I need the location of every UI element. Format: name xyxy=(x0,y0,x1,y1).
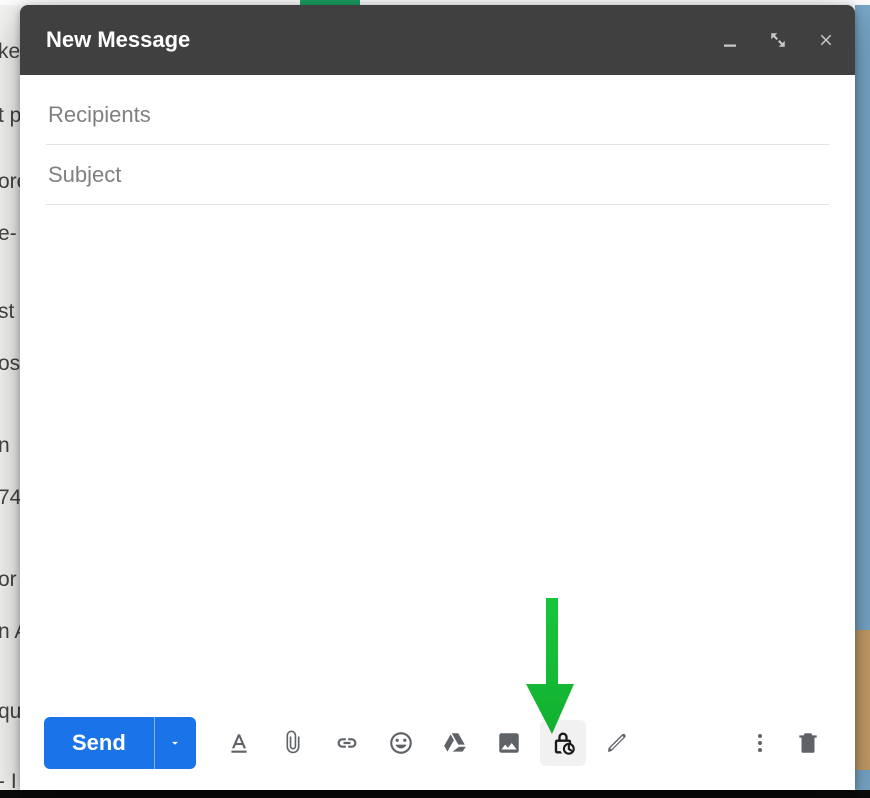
recipients-input[interactable] xyxy=(46,101,829,129)
compose-titlebar: New Message xyxy=(20,5,855,75)
recipients-row[interactable] xyxy=(46,85,829,145)
compose-window: New Message Send xyxy=(20,5,855,790)
send-button-group: Send xyxy=(44,717,196,769)
fullscreen-button[interactable] xyxy=(767,29,789,51)
insert-signature-button[interactable] xyxy=(594,720,640,766)
insert-emoji-button[interactable] xyxy=(378,720,424,766)
formatting-options-button[interactable] xyxy=(216,720,262,766)
confidential-mode-button[interactable] xyxy=(540,720,586,766)
compose-body[interactable] xyxy=(20,205,855,696)
close-button[interactable] xyxy=(815,29,837,51)
send-button[interactable]: Send xyxy=(44,717,154,769)
minimize-button[interactable] xyxy=(719,29,741,51)
attach-files-button[interactable] xyxy=(270,720,316,766)
compose-fields xyxy=(20,75,855,205)
insert-photo-button[interactable] xyxy=(486,720,532,766)
compose-toolbar: Send xyxy=(20,696,855,790)
send-dropdown-button[interactable] xyxy=(154,717,196,769)
compose-title: New Message xyxy=(46,27,719,53)
more-options-button[interactable] xyxy=(737,720,783,766)
subject-input[interactable] xyxy=(46,161,829,189)
insert-drive-button[interactable] xyxy=(432,720,478,766)
subject-row[interactable] xyxy=(46,145,829,205)
discard-draft-button[interactable] xyxy=(785,720,831,766)
insert-link-button[interactable] xyxy=(324,720,370,766)
